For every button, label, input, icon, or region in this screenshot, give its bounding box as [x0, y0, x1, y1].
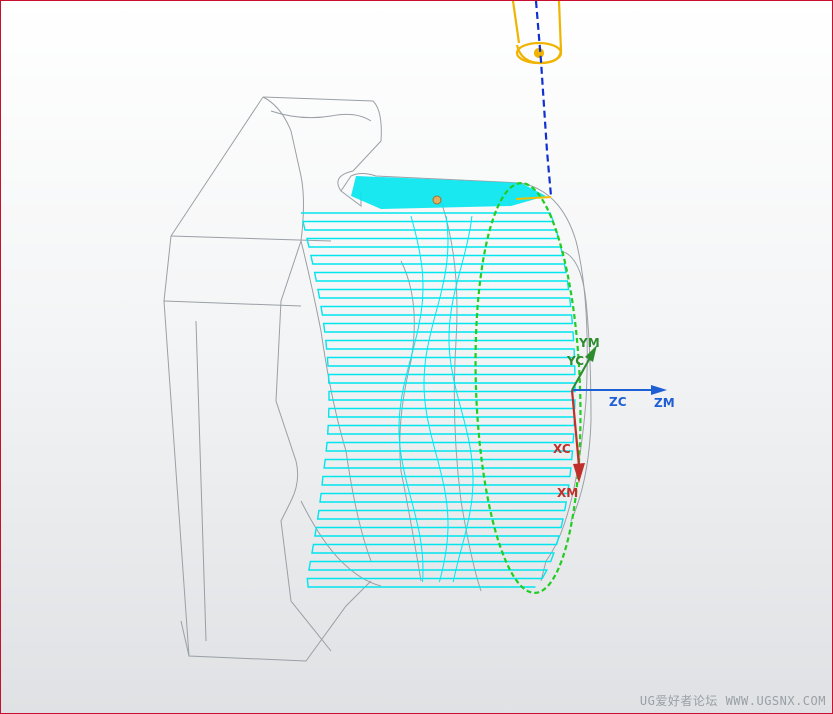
tool-axis-line [534, 1, 553, 197]
graphics-viewport[interactable]: ZC ZM YM YC XC XM UG爱好者论坛 WWW.UGSNX.COM [0, 0, 833, 714]
axis-label-zc: ZC [609, 395, 627, 409]
coordinate-system-icon[interactable]: ZC ZM YM YC XC XM [553, 336, 675, 500]
cut-boundary[interactable] [469, 181, 587, 594]
point-marker [432, 195, 442, 205]
toolpath-top-band [351, 176, 546, 209]
cam-scene[interactable]: ZC ZM YM YC XC XM [1, 1, 832, 713]
watermark: UG爱好者论坛 WWW.UGSNX.COM [639, 694, 826, 708]
toolpath-zigzag[interactable] [301, 212, 576, 588]
axis-label-yc: YC [566, 354, 584, 368]
axis-label-xc: XC [553, 442, 571, 456]
axis-label-xm: XM [557, 486, 578, 500]
axis-label-zm: ZM [654, 396, 675, 410]
toolpath[interactable] [301, 212, 576, 588]
axis-label-ym: YM [578, 336, 600, 350]
cutting-tool-icon[interactable] [511, 1, 563, 65]
